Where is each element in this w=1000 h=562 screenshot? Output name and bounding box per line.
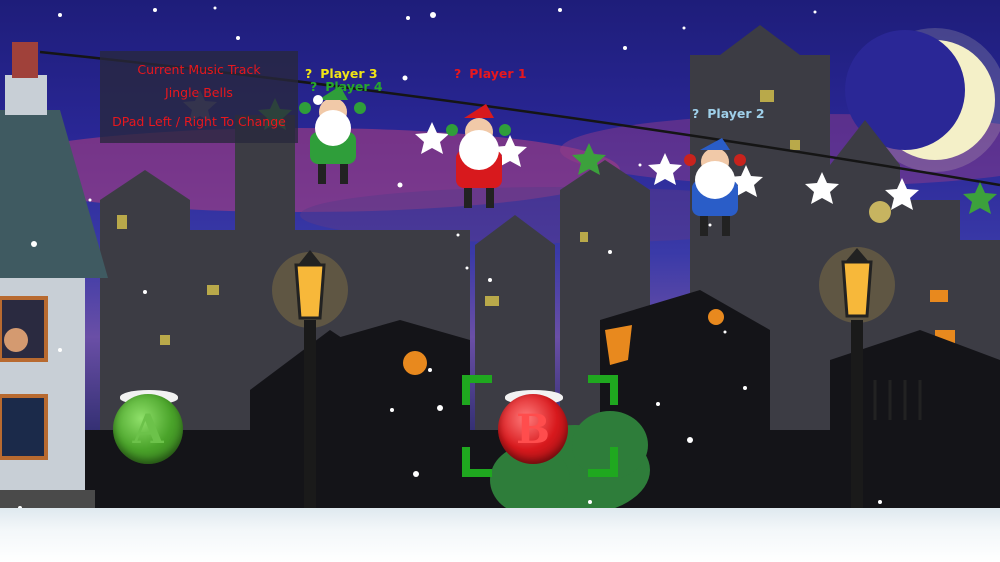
b-button[interactable]: B [498, 394, 568, 464]
b-button-label: B [516, 405, 550, 453]
player-4-name: Player 4 [325, 79, 383, 94]
music-track-name: Jingle Bells [165, 85, 233, 100]
player-1-name: Player 1 [469, 66, 527, 81]
player-1-status: ? [454, 66, 462, 81]
music-track-panel: Current Music Track Jingle Bells DPad Le… [100, 51, 298, 143]
a-button[interactable]: A [113, 394, 183, 464]
player-2-status: ? [692, 106, 700, 121]
player-2-name: Player 2 [707, 106, 765, 121]
player-4-label: ? Player 4 [310, 79, 383, 94]
music-panel-heading: Current Music Track [137, 62, 261, 77]
player-1-label: ? Player 1 [454, 66, 527, 81]
player-2-label: ? Player 2 [692, 106, 765, 121]
snow-ground [0, 508, 1000, 562]
game-scene: Current Music Track Jingle Bells DPad Le… [0, 0, 1000, 562]
music-change-hint: DPad Left / Right To Change [112, 114, 286, 129]
player-4-status: ? [310, 79, 318, 94]
a-button-label: A [132, 405, 164, 453]
